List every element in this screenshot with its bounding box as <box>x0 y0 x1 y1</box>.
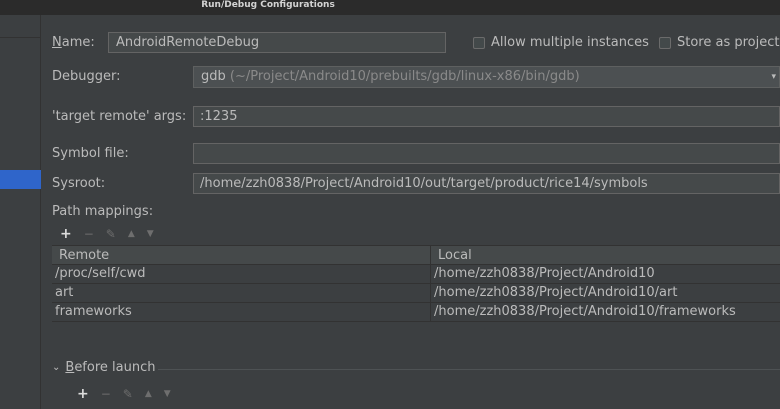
config-tree-panel <box>0 15 41 409</box>
path-mappings-table: Remote Local /proc/self/cwd /home/zzh083… <box>52 245 780 322</box>
chevron-down-icon[interactable]: ⌄ <box>52 362 60 373</box>
table-row[interactable]: frameworks /home/zzh0838/Project/Android… <box>52 303 780 322</box>
title-bar: Run/Debug Configurations <box>0 0 780 15</box>
remote-column-header[interactable]: Remote <box>52 246 431 264</box>
debugger-select[interactable]: gdb (~/Project/Android10/prebuilts/gdb/l… <box>193 66 780 88</box>
move-up-icon[interactable]: ▲ <box>128 229 135 239</box>
local-cell[interactable]: /home/zzh0838/Project/Android10 <box>431 265 655 283</box>
remove-icon[interactable]: − <box>84 227 94 241</box>
local-cell[interactable]: /home/zzh0838/Project/Android10/art <box>431 284 677 302</box>
edit-icon[interactable]: ✎ <box>106 227 116 241</box>
section-divider <box>158 369 780 370</box>
add-icon[interactable]: + <box>60 226 72 242</box>
add-icon[interactable]: + <box>77 386 89 402</box>
move-down-icon[interactable]: ▼ <box>164 389 171 399</box>
selected-config-item[interactable] <box>0 170 41 189</box>
target-remote-input[interactable]: :1235 <box>193 106 780 127</box>
local-cell[interactable]: /home/zzh0838/Project/Android10/framewor… <box>431 303 736 321</box>
checkbox-box[interactable] <box>659 36 671 49</box>
store-as-project-label: Store as project <box>677 35 780 50</box>
panel-divider <box>0 37 41 38</box>
remote-cell[interactable]: art <box>52 284 431 302</box>
before-launch-section[interactable]: ⌄ Before launch <box>52 360 155 375</box>
allow-multiple-checkbox[interactable]: Allow multiple instances <box>473 35 649 50</box>
window-title: Run/Debug Configurations <box>201 0 335 10</box>
move-up-icon[interactable]: ▲ <box>145 389 152 399</box>
checkbox-box[interactable] <box>473 36 485 49</box>
name-input[interactable]: AndroidRemoteDebug <box>108 32 446 53</box>
table-row[interactable]: /proc/self/cwd /home/zzh0838/Project/And… <box>52 265 780 284</box>
remote-cell[interactable]: /proc/self/cwd <box>52 265 431 283</box>
table-header: Remote Local <box>52 245 780 265</box>
dropdown-arrow-icon[interactable]: ▾ <box>771 67 776 87</box>
edit-icon[interactable]: ✎ <box>123 387 133 401</box>
remote-cell[interactable]: frameworks <box>52 303 431 321</box>
store-as-project-checkbox[interactable]: Store as project <box>659 35 779 50</box>
path-mappings-label: Path mappings: <box>52 204 154 219</box>
move-down-icon[interactable]: ▼ <box>147 229 154 239</box>
target-remote-label: 'target remote' args: <box>52 109 187 124</box>
name-label: Name: <box>52 35 95 50</box>
debugger-path: (~/Project/Android10/prebuilts/gdb/linux… <box>229 69 580 84</box>
symbol-file-input[interactable] <box>193 143 780 164</box>
allow-multiple-label: Allow multiple instances <box>491 35 649 50</box>
path-mappings-toolbar: + − ✎ ▲ ▼ <box>60 224 166 244</box>
sysroot-label: Sysroot: <box>52 176 106 191</box>
remove-icon[interactable]: − <box>101 387 111 401</box>
debugger-label: Debugger: <box>52 69 121 84</box>
before-launch-toolbar: + − ✎ ▲ ▼ <box>77 384 183 404</box>
before-launch-label: Before launch <box>65 360 156 375</box>
table-row[interactable]: art /home/zzh0838/Project/Android10/art <box>52 284 780 303</box>
local-column-header[interactable]: Local <box>431 246 472 264</box>
symbol-file-label: Symbol file: <box>52 146 129 161</box>
debugger-value: gdb <box>201 69 226 84</box>
sysroot-input[interactable]: /home/zzh0838/Project/Android10/out/targ… <box>193 173 780 194</box>
